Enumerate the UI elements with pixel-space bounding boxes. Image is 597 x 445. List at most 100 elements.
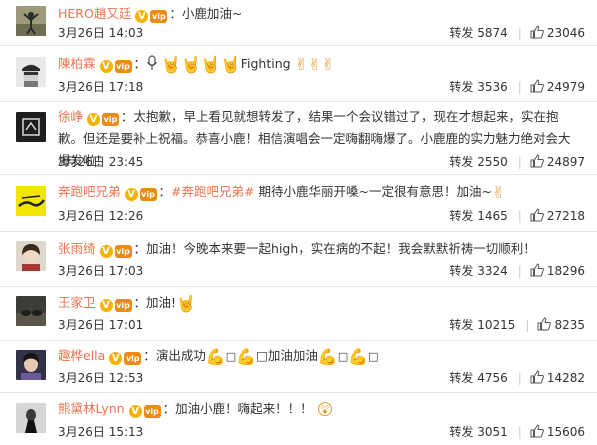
like-button[interactable]: 23046 [530,25,585,40]
colon: ： [162,401,176,416]
repost-button[interactable]: 转发 5874 [449,24,507,42]
victory-hand-emoji: ✌✌✌ [294,55,335,74]
divider: | [517,155,522,169]
thumbs-up-icon [530,263,544,277]
comment-text: Fighting [240,56,291,71]
flexed-biceps-emoji: 💪 [236,347,257,366]
vip-badge-icon: vip [114,299,132,312]
like-button[interactable]: 24979 [530,79,585,94]
repost-label: 转发 [449,209,474,223]
thumbs-up-icon [530,370,544,384]
colon: ： [143,348,156,363]
colon: ： [158,184,172,199]
author-name[interactable]: 奔跑吧兄弟 [58,184,121,199]
repost-label: 转发 [449,425,474,439]
thumbs-up-icon [530,424,544,438]
vip-badge-icon: vip [124,352,142,365]
like-count: 14282 [546,371,585,385]
verified-badge-icon: V [135,10,149,23]
repost-button[interactable]: 转发 3536 [449,78,507,96]
repost-label: 转发 [449,318,474,332]
timestamp[interactable]: 3月26日 15:13 [58,423,143,441]
topic-link[interactable]: #奔跑吧兄弟# [171,184,254,199]
author-name[interactable]: 趣桦ella [58,348,105,363]
divider: | [517,80,522,94]
thumbs-up-icon [530,154,544,168]
avatar[interactable] [16,241,46,271]
like-count: 15606 [546,425,585,439]
repost-label: 转发 [449,371,474,385]
repost-button[interactable]: 转发 3324 [449,262,507,280]
avatar[interactable] [16,296,46,326]
unknown-glyph: □ [337,350,349,363]
victory-hand-emoji: ✌ [491,183,506,202]
timestamp[interactable]: 3月26日 17:18 [58,78,143,96]
timestamp[interactable]: 3月26日 23:45 [58,153,143,171]
verified-badge-icon: V [128,405,142,418]
like-button[interactable]: 14282 [530,370,585,385]
author-name[interactable]: 王家卫 [58,295,96,310]
like-button[interactable]: 27218 [530,208,585,223]
avatar[interactable] [16,350,46,380]
repost-count: 2550 [477,155,508,169]
like-button[interactable]: 15606 [530,424,585,439]
timestamp[interactable]: 3月26日 12:26 [58,207,143,225]
verified-badge-icon: V [124,188,138,201]
like-button[interactable]: 24897 [530,154,585,169]
flexed-biceps-emoji: 💪 [205,347,226,366]
repost-button[interactable]: 转发 1465 [449,207,507,225]
astonished-face-emoji: 😲 [316,400,334,419]
repost-label: 转发 [449,264,474,278]
list-item: 张雨绮 Vvip ：加油！今晚本来要一起high，实在病的不起！我会默默祈祷一切顺利… [0,231,597,287]
colon: ： [133,295,147,310]
timestamp[interactable]: 3月26日 17:03 [58,262,143,280]
rock-hand-emoji: 🤘🤘🤘🤘 [161,55,241,74]
comment-text: 加油！今晚本来要一起high，实在病的不起！我会默默祈祷一切顺利！ [146,241,536,256]
timestamp[interactable]: 3月26日 17:01 [58,316,143,334]
avatar[interactable] [16,112,46,142]
vip-badge-icon: vip [114,60,132,73]
microphone-icon [147,55,158,70]
like-count: 24979 [546,80,585,94]
avatar[interactable] [16,403,46,433]
author-name[interactable]: 徐峥 [58,109,83,124]
repost-button[interactable]: 转发 4756 [449,369,507,387]
colon: ： [121,109,134,124]
avatar[interactable] [16,186,46,216]
like-button[interactable]: 8235 [537,317,585,332]
list-item: 趣桦ella Vvip ：演出成功💪□💪□加油加油💪□💪□ 3月26日 12:53 … [0,340,597,393]
vip-badge-icon: vip [114,245,132,258]
vip-badge-icon: vip [150,10,168,23]
unknown-glyph: □ [368,350,379,363]
repost-label: 转发 [449,80,474,94]
unknown-glyph: □ [225,350,237,363]
repost-button[interactable]: 转发 10215 [449,316,515,334]
verified-badge-icon: V [109,352,123,365]
author-name[interactable]: 陳柏霖 [58,56,96,71]
verified-badge-icon: V [87,113,101,126]
comment-text: 演出成功 [155,348,206,363]
timestamp[interactable]: 3月26日 14:03 [58,24,143,42]
colon: ： [169,6,182,21]
timestamp[interactable]: 3月26日 12:53 [58,369,143,387]
divider: | [517,425,522,439]
repost-button[interactable]: 转发 2550 [449,153,507,171]
thumbs-up-icon [537,317,552,331]
avatar[interactable] [16,6,46,36]
verified-badge-icon: V [99,299,113,312]
author-name[interactable]: 熊黛林Lynn [58,401,125,416]
flexed-biceps-emoji: 💪 [317,347,338,366]
colon: ： [133,56,147,71]
vip-badge-icon: vip [143,405,161,418]
comment-text: 加油! [146,295,177,310]
repost-count: 4756 [477,371,508,385]
vip-badge-icon: vip [139,188,157,201]
list-item: 陳柏霖 Vvip： 🤘🤘🤘🤘Fighting ✌✌✌ 3月26日 17:18 转发 3… [0,45,597,102]
avatar[interactable] [16,57,46,87]
author-name[interactable]: 张雨绮 [58,241,96,256]
author-name[interactable]: HERO趙又廷 [58,6,131,21]
flexed-biceps-emoji: 💪 [348,347,369,366]
like-button[interactable]: 18296 [530,263,585,278]
repost-count: 3536 [477,80,508,94]
repost-button[interactable]: 转发 3051 [449,423,507,441]
